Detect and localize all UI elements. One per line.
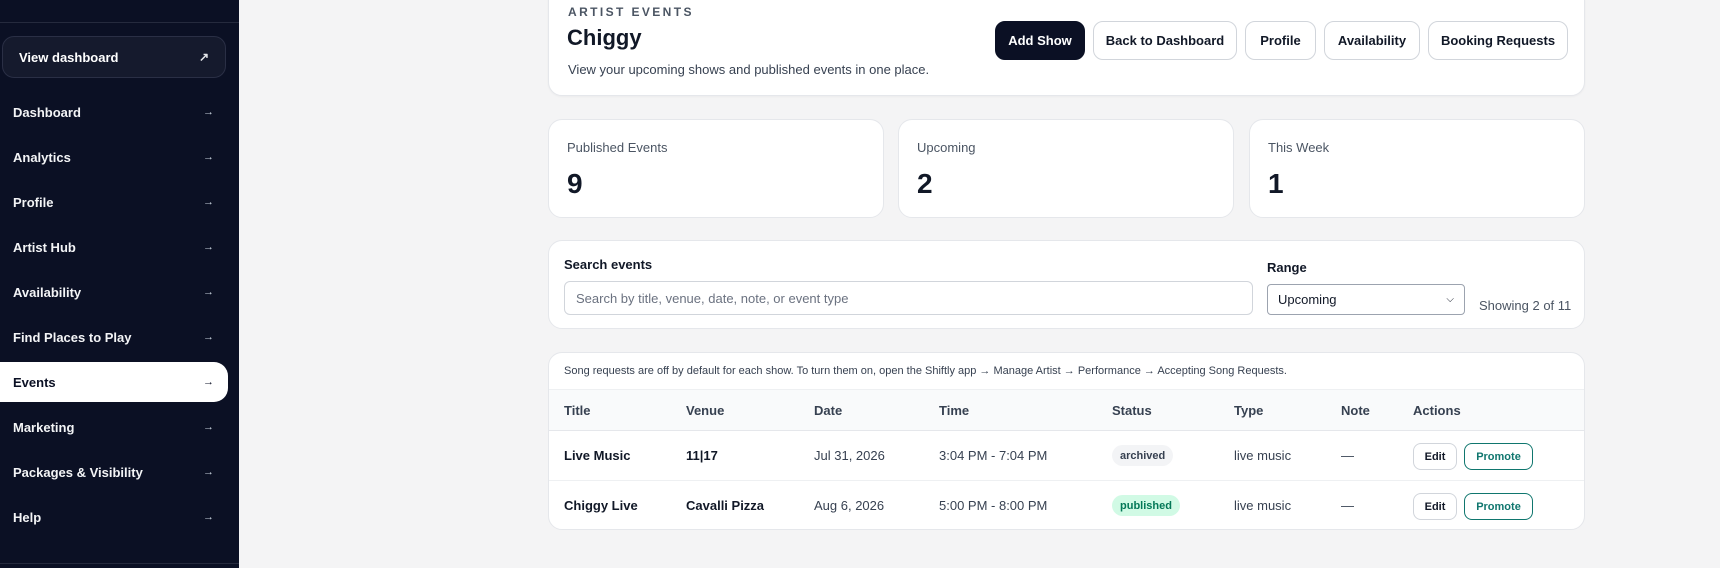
results-count: Showing 2 of 11: [1479, 298, 1572, 313]
sidebar-item-analytics[interactable]: Analytics →: [0, 137, 228, 177]
sidebar-item-dashboard[interactable]: Dashboard →: [0, 92, 228, 132]
back-to-dashboard-button[interactable]: Back to Dashboard: [1093, 21, 1237, 60]
column-header: Status: [1112, 403, 1152, 418]
arrow-right-icon: →: [203, 331, 214, 343]
cell-title: Chiggy Live: [564, 498, 638, 513]
edit-button[interactable]: Edit: [1413, 443, 1457, 470]
cell-time: 3:04 PM - 7:04 PM: [939, 448, 1048, 463]
range-label: Range: [1267, 260, 1307, 275]
table-row: Live Music 11|17 Jul 31, 2026 3:04 PM - …: [549, 431, 1584, 481]
arrow-right-icon: →: [203, 241, 214, 253]
sidebar-item-profile[interactable]: Profile →: [0, 182, 228, 222]
arrow-right-icon: →: [203, 466, 214, 478]
external-arrow-icon: ↗: [198, 50, 209, 64]
stat-value: 2: [917, 168, 933, 199]
sidebar-divider: [0, 22, 239, 23]
arrow-right-icon: →: [203, 286, 214, 298]
view-dashboard-button[interactable]: View dashboard ↗: [2, 36, 226, 78]
availability-button[interactable]: Availability: [1324, 21, 1420, 60]
sidebar-item-label: Profile: [13, 194, 54, 210]
arrow-right-icon: →: [203, 511, 214, 523]
promote-button[interactable]: Promote: [1464, 443, 1533, 470]
sidebar-item-label: Marketing: [13, 419, 75, 435]
song-requests-notice: Song requests are off by default for eac…: [564, 365, 1287, 377]
profile-button[interactable]: Profile: [1245, 21, 1316, 60]
page-title: Chiggy: [567, 25, 642, 50]
add-show-button[interactable]: Add Show: [995, 21, 1085, 60]
status-badge: archived: [1112, 445, 1174, 466]
stat-label: Published Events: [567, 140, 668, 155]
status-badge: published: [1112, 495, 1180, 516]
sidebar-item-marketing[interactable]: Marketing →: [0, 407, 228, 447]
stat-value: 9: [567, 168, 583, 199]
cell-date: Jul 31, 2026: [814, 448, 885, 463]
search-input[interactable]: [564, 281, 1253, 315]
sidebar-item-label: Dashboard: [13, 104, 81, 120]
column-header: Type: [1234, 403, 1264, 418]
cell-venue: Cavalli Pizza: [686, 498, 765, 513]
stat-label: This Week: [1268, 140, 1330, 155]
cell-note: —: [1341, 448, 1354, 463]
events-table: Song requests are off by default for eac…: [548, 352, 1585, 530]
sidebar-item-label: Events: [13, 374, 56, 390]
sidebar-item-label: Packages & Visibility: [13, 464, 143, 480]
stat-card-published: Published Events 9: [548, 119, 884, 218]
cell-time: 5:00 PM - 8:00 PM: [939, 498, 1048, 513]
column-header: Date: [814, 403, 843, 418]
sidebar-item-find-places[interactable]: Find Places to Play →: [0, 317, 228, 357]
arrow-right-icon: →: [203, 151, 214, 163]
promote-button[interactable]: Promote: [1464, 493, 1533, 520]
arrow-right-icon: →: [203, 106, 214, 118]
table-header: Title Venue Date Time Status Type Note A…: [549, 389, 1584, 431]
stat-card-this-week: This Week 1: [1249, 119, 1585, 218]
cell-note: —: [1341, 498, 1354, 513]
range-select[interactable]: Upcoming ⌵: [1267, 284, 1465, 315]
sidebar-item-availability[interactable]: Availability →: [0, 272, 228, 312]
sidebar-item-label: Availability: [13, 284, 82, 300]
arrow-right-icon: →: [203, 376, 214, 388]
sidebar-item-events[interactable]: Events →: [0, 362, 228, 402]
chevron-down-icon: ⌵: [1446, 294, 1454, 305]
cell-date: Aug 6, 2026: [814, 498, 885, 513]
column-header: Actions: [1413, 403, 1461, 418]
page-subtitle: View your upcoming shows and published e…: [568, 62, 930, 77]
booking-requests-button[interactable]: Booking Requests: [1428, 21, 1568, 60]
search-label: Search events: [564, 257, 653, 272]
sidebar-item-label: Help: [13, 509, 42, 525]
sidebar-item-packages[interactable]: Packages & Visibility →: [0, 452, 228, 492]
cell-venue: 11|17: [686, 448, 718, 463]
edit-button[interactable]: Edit: [1413, 493, 1457, 520]
view-dashboard-label: View dashboard: [19, 49, 119, 65]
sidebar-item-help[interactable]: Help →: [0, 497, 228, 537]
column-header: Venue: [686, 403, 725, 418]
column-header: Title: [564, 403, 591, 418]
filter-panel: Search events Range Upcoming ⌵ Showing 2…: [548, 240, 1585, 329]
cell-type: live music: [1234, 448, 1292, 463]
arrow-right-icon: →: [203, 196, 214, 208]
sidebar-item-label: Artist Hub: [13, 239, 76, 255]
arrow-right-icon: →: [203, 421, 214, 433]
stat-card-upcoming: Upcoming 2: [898, 119, 1234, 218]
sidebar-item-label: Analytics: [13, 149, 71, 165]
cell-title: Live Music: [564, 448, 631, 463]
sidebar-item-label: Find Places to Play: [13, 329, 132, 345]
page-header: ARTIST EVENTS Chiggy View your upcoming …: [548, 0, 1585, 96]
stat-value: 1: [1268, 168, 1284, 199]
sidebar: View dashboard ↗ Dashboard → Analytics →…: [0, 0, 239, 568]
sidebar-item-artist-hub[interactable]: Artist Hub →: [0, 227, 228, 267]
table-row: Chiggy Live Cavalli Pizza Aug 6, 2026 5:…: [549, 481, 1584, 529]
range-selected-value: Upcoming: [1278, 292, 1337, 307]
sidebar-divider: [0, 563, 239, 564]
column-header: Time: [939, 403, 970, 418]
column-header: Note: [1341, 403, 1370, 418]
page-eyebrow: ARTIST EVENTS: [568, 5, 694, 19]
cell-type: live music: [1234, 498, 1292, 513]
stat-label: Upcoming: [917, 140, 976, 155]
